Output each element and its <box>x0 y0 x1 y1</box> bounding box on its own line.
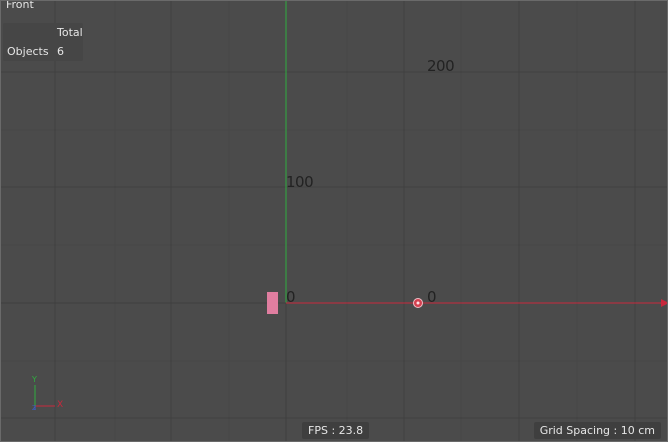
x-axis-arrow-icon <box>661 299 667 307</box>
axis-label-origin-0: 0 <box>286 288 296 306</box>
axis-label-y-100: 100 <box>286 173 314 191</box>
view-name-label[interactable]: Front <box>6 1 34 11</box>
minor-grid-lines <box>1 1 667 441</box>
axis-label-y-200: 200 <box>427 57 455 75</box>
stats-objects-value: 6 <box>57 45 64 58</box>
selected-object[interactable] <box>267 292 278 314</box>
axis-label-x-0: 0 <box>427 288 437 306</box>
fps-indicator: FPS : 23.8 <box>302 422 370 439</box>
gizmo-x-label: X <box>57 400 64 410</box>
stats-objects-label: Objects <box>7 45 49 58</box>
grid-spacing-indicator: Grid Spacing : 10 cm <box>533 422 661 439</box>
gizmo-z-label: Z <box>32 405 37 412</box>
major-grid-lines <box>1 1 667 441</box>
object-pivot-center <box>416 301 420 305</box>
stats-panel: Total Objects 6 <box>3 23 83 61</box>
viewport-grid <box>1 1 667 441</box>
gizmo-y-label: Y <box>32 375 37 384</box>
front-viewport[interactable]: Front Total Objects 6 200 100 0 0 Y X Z … <box>0 0 668 442</box>
stats-header-total: Total <box>57 26 83 39</box>
orientation-gizmo <box>34 385 55 410</box>
